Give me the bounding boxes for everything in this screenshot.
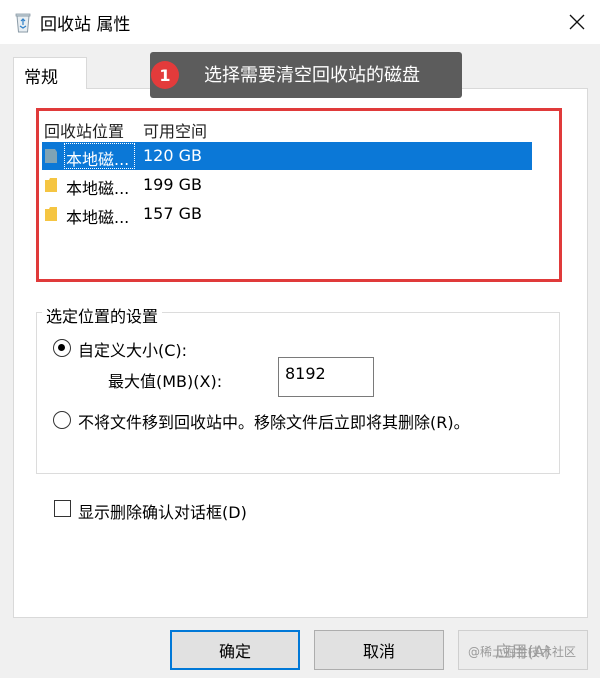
custom-size-label[interactable]: 自定义大小(C): [78,337,187,361]
show-delete-confirmation-label[interactable]: 显示删除确认对话框(D) [78,499,247,523]
window-title: 回收站 属性 [40,15,131,35]
tab-general[interactable]: 常规 [13,57,87,89]
tutorial-callout: 1 选择需要清空回收站的磁盘 [150,52,462,98]
ok-button[interactable]: 确定 [170,630,300,670]
settings-group-label: 选定位置的设置 [42,303,163,327]
max-value-label: 最大值(MB)(X): [108,372,223,391]
close-icon [569,14,585,30]
callout-text: 选择需要清空回收站的磁盘 [204,65,420,86]
tab-general-label: 常规 [24,68,58,88]
max-size-input[interactable]: 8192 [278,357,374,397]
ok-button-label: 确定 [218,642,251,661]
delete-immediately-radio[interactable] [53,411,71,429]
custom-size-radio[interactable] [53,339,71,357]
close-button[interactable] [554,0,600,44]
highlight-annotation-box [36,108,562,282]
cancel-button[interactable]: 取消 [314,630,444,670]
step-badge: 1 [151,61,179,89]
show-delete-confirmation-checkbox[interactable] [54,500,71,517]
recycle-bin-icon [15,13,31,33]
delete-immediately-label[interactable]: 不将文件移到回收站中。移除文件后立即将其删除(R)。 [78,409,470,433]
cancel-button-label: 取消 [362,642,395,661]
watermark: @稀土掘金技术社区 [468,645,577,659]
title-bar: 回收站 属性 [0,0,600,44]
